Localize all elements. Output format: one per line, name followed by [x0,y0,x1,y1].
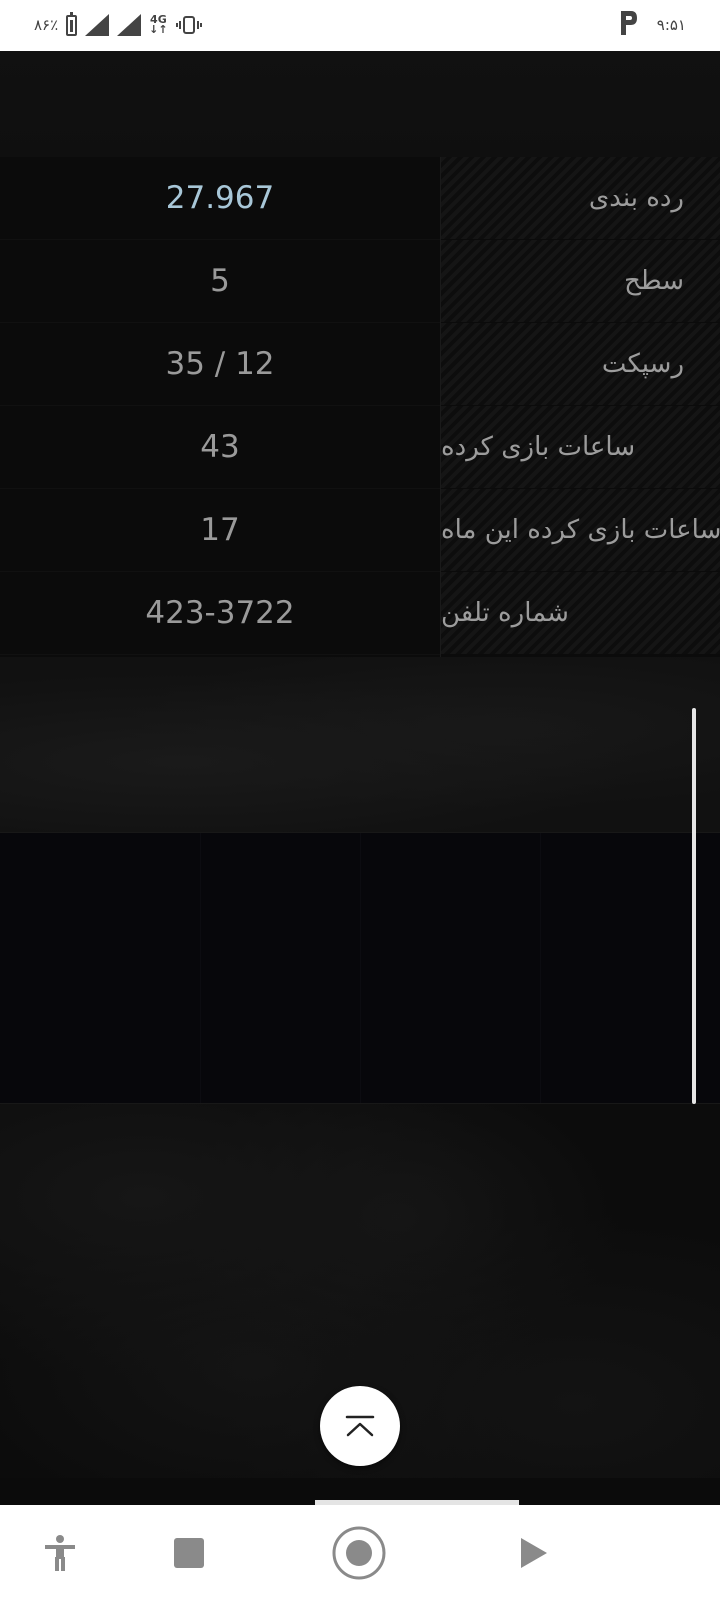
panel-stripe [540,833,541,1103]
record-button[interactable] [314,1505,404,1600]
stat-label: ساعات بازی کرده این ماه [441,489,720,571]
panel-stripe [200,833,201,1103]
scrollbar[interactable] [692,708,696,1104]
stat-label: سطح [441,240,720,322]
table-column-divider [440,157,441,657]
play-button[interactable] [489,1505,579,1600]
stat-value: 27.967 [0,157,440,240]
stat-row-rank: 27.967 رده بندی [0,157,720,240]
stat-label: رده بندی [441,157,720,239]
network-4g-icon: 4G ↓↑ [149,13,168,36]
stat-row-hours-this-month: 17 ساعات بازی کرده این ماه [0,489,720,572]
stat-value: 17 [0,489,440,572]
scroll-to-top-button[interactable] [320,1386,400,1466]
play-icon [519,1536,549,1570]
stat-row-respect: 35 / 12 رسپکت [0,323,720,406]
stat-row-hours-played: 43 ساعات بازی کرده [0,406,720,489]
panel-stripe [360,833,361,1103]
stat-label: ساعات بازی کرده [441,406,720,488]
stat-value: 5 [0,240,440,323]
stop-icon [174,1537,204,1568]
stat-row-phone-number: 423-3722 شماره تلفن [0,572,720,655]
stat-label: شماره تلفن [441,572,720,654]
status-right-group: ۹:۵۱ [617,9,686,41]
navigation-bar [0,1505,720,1600]
header-band [0,51,720,157]
app-screen: ۸۶٪ 4G ↓↑ ۹:۵۱ 27.967 رده بندی 5 سطح 35 … [0,0,720,1600]
status-bar: ۸۶٪ 4G ↓↑ ۹:۵۱ [0,0,720,51]
signal-icon [85,14,110,36]
battery-icon [66,11,78,36]
stat-row-level: 5 سطح [0,240,720,323]
signal-icon-secondary [117,14,142,36]
stat-value: 423-3722 [0,572,440,655]
app-notification-icon [617,9,639,41]
network-type-label: 4G [150,13,167,26]
chevron-up-to-top-icon [344,1414,376,1438]
battery-percent: ۸۶٪ [34,16,59,34]
stat-value: 43 [0,406,440,489]
status-left-group: ۸۶٪ 4G ↓↑ [34,11,202,38]
accessibility-button[interactable] [15,1505,105,1600]
stop-button[interactable] [144,1505,234,1600]
stat-value: 35 / 12 [0,323,440,406]
dark-panel [0,832,720,1104]
clock: ۹:۵۱ [656,16,686,34]
texture-band [0,657,720,832]
player-stats-table: 27.967 رده بندی 5 سطح 35 / 12 رسپکت 43 س… [0,157,720,657]
record-icon [331,1525,387,1581]
vibrate-icon [175,15,202,35]
stat-label: رسپکت [441,323,720,405]
accessibility-icon [44,1534,76,1572]
